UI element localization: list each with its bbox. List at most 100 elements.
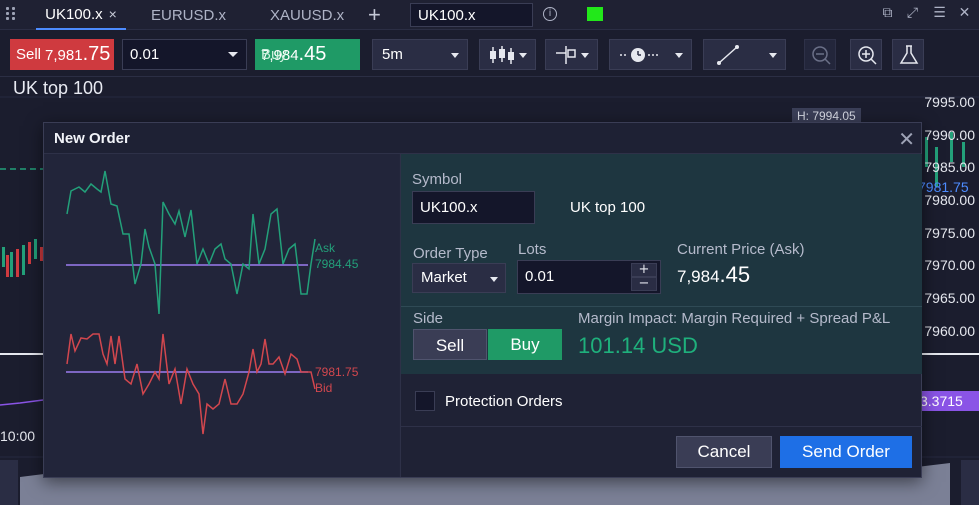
chevron-down-icon (490, 277, 498, 282)
candlestick-icon (490, 46, 514, 64)
dialog-header: New Order ✕ (44, 123, 921, 154)
lot-size-value: 0.01 (130, 46, 160, 63)
add-tab-icon[interactable]: + (368, 2, 381, 28)
current-price-value: 7,984.45 (677, 262, 750, 288)
dialog-title: New Order (54, 130, 130, 147)
quick-buy-button[interactable]: 7,984.45 Buy (255, 39, 360, 70)
close-icon[interactable]: ✕ (898, 127, 915, 151)
time-axis-label: 10:00 (0, 428, 36, 444)
tab-uk100[interactable]: UK100.x × (36, 0, 126, 30)
side-buy-button[interactable]: Buy (488, 329, 562, 360)
tab-label: XAUUSD.x (270, 6, 345, 24)
order-type-select[interactable]: Market (412, 263, 506, 293)
indicator-icon (556, 46, 576, 64)
current-price-pips: .45 (719, 262, 751, 287)
sell-price-pips: .75 (82, 43, 111, 65)
buy-label: Buy (261, 46, 287, 63)
connection-status-indicator (587, 7, 603, 21)
lot-size-select[interactable]: 0.01 (122, 39, 247, 70)
chevron-down-icon (769, 53, 777, 58)
price-axis-label: 7985.00 (924, 159, 975, 175)
clock-button[interactable] (609, 39, 692, 70)
margin-impact-label: Margin Impact: Margin Required + Spread … (578, 310, 891, 327)
price-axis-label: 7970.00 (924, 257, 975, 273)
divider (401, 306, 922, 307)
close-tab-icon[interactable]: × (109, 6, 117, 22)
chart-title: UK top 100 (13, 78, 104, 98)
drag-handle-icon[interactable] (6, 6, 16, 22)
margin-impact-value: 101.14 USD (578, 333, 698, 358)
flask-button[interactable] (892, 39, 924, 70)
indicator-value-badge: 3.3715 (916, 391, 979, 411)
popout-icon[interactable]: ⧉ (880, 6, 895, 21)
lots-increment-button[interactable]: + (631, 263, 657, 277)
chevron-down-icon (228, 52, 238, 57)
current-price-main: 7,984 (677, 267, 720, 286)
divider (401, 426, 922, 427)
trade-toolbar: Sell 7,981.75 0.01 7,984.45 Buy 5m (0, 31, 979, 77)
drawing-tools-button[interactable] (703, 39, 786, 70)
symbol-search-input[interactable] (410, 3, 533, 27)
ask-label-block: Ask 7984.45 (315, 240, 358, 272)
quick-sell-button[interactable]: Sell 7,981.75 (10, 39, 114, 70)
clock-icon (620, 48, 660, 62)
chevron-down-icon (581, 53, 589, 58)
menu-icon[interactable]: ☰ (932, 6, 947, 21)
current-price-label: Current Price (Ask) (677, 241, 805, 258)
symbol-description: UK top 100 (570, 199, 646, 216)
zoom-out-button[interactable] (804, 39, 836, 70)
bid-label-block: 7981.75 Bid (315, 364, 358, 396)
buy-price-pips: .45 (298, 43, 327, 65)
price-axis-label: 7965.00 (924, 290, 975, 306)
lots-decrement-button[interactable]: − (631, 277, 657, 291)
timeframe-value: 5m (382, 46, 403, 63)
sell-price-main: 7,981 (45, 47, 83, 64)
chevron-down-icon (451, 53, 459, 58)
tick-chart: Ask 7984.45 7981.75 Bid (45, 154, 399, 477)
order-type-label: Order Type (413, 245, 488, 262)
ask-label: Ask (315, 241, 336, 255)
sell-label: Sell (16, 46, 42, 63)
cancel-button[interactable]: Cancel (676, 436, 772, 468)
side-label: Side (413, 310, 444, 327)
tab-bar: UK100.x × EURUSD.x XAUUSD.x + i ⧉ ⤢ ☰ ✕ (0, 0, 979, 30)
price-axis-label: 7960.00 (924, 323, 975, 339)
lots-label: Lots (518, 241, 547, 258)
info-icon[interactable]: i (543, 7, 557, 21)
zoom-in-button[interactable] (850, 39, 882, 70)
tab-xauusd[interactable]: XAUUSD.x (270, 0, 344, 30)
protection-orders-label: Protection Orders (445, 393, 563, 410)
send-order-button[interactable]: Send Order (780, 436, 912, 468)
tick-chart-canvas (66, 170, 316, 435)
order-form: Symbol UK100.x UK top 100 Order Type Mar… (400, 154, 922, 477)
tab-label: UK100.x (45, 5, 103, 23)
trading-app: UK100.x × EURUSD.x XAUUSD.x + i ⧉ ⤢ ☰ ✕ … (0, 0, 979, 505)
bid-label: Bid (315, 381, 333, 395)
symbol-field[interactable]: UK100.x (412, 191, 535, 224)
price-axis-label: 7995.00 (924, 94, 975, 110)
timeframe-select[interactable]: 5m (372, 39, 468, 70)
lots-value: 0.01 (525, 268, 555, 285)
ask-value: 7984.45 (315, 257, 359, 271)
chart-type-button[interactable] (479, 39, 536, 70)
order-type-value: Market (421, 269, 467, 286)
chevron-down-icon (675, 53, 683, 58)
tab-eurusd[interactable]: EURUSD.x (151, 0, 226, 30)
tab-label: EURUSD.x (151, 6, 227, 24)
symbol-label: Symbol (412, 171, 463, 188)
trendline-icon (717, 45, 739, 65)
price-axis-label: 7990.00 (924, 127, 975, 143)
chevron-down-icon (519, 53, 527, 58)
expand-icon[interactable]: ⤢ (905, 6, 920, 21)
zoom-in-icon (858, 46, 877, 65)
new-order-dialog: New Order ✕ Ask 7984.45 7981.75 Bid Symb… (43, 122, 922, 478)
indicators-button[interactable] (545, 39, 598, 70)
zoom-out-icon (812, 46, 831, 65)
flask-icon (899, 45, 919, 64)
side-sell-button[interactable]: Sell (413, 329, 487, 360)
current-price-badge: 7981.75 (918, 179, 969, 195)
close-icon[interactable]: ✕ (957, 6, 972, 21)
price-axis-label: 7975.00 (924, 225, 975, 241)
bid-value: 7981.75 (315, 365, 359, 379)
protection-orders-checkbox[interactable] (415, 391, 435, 411)
